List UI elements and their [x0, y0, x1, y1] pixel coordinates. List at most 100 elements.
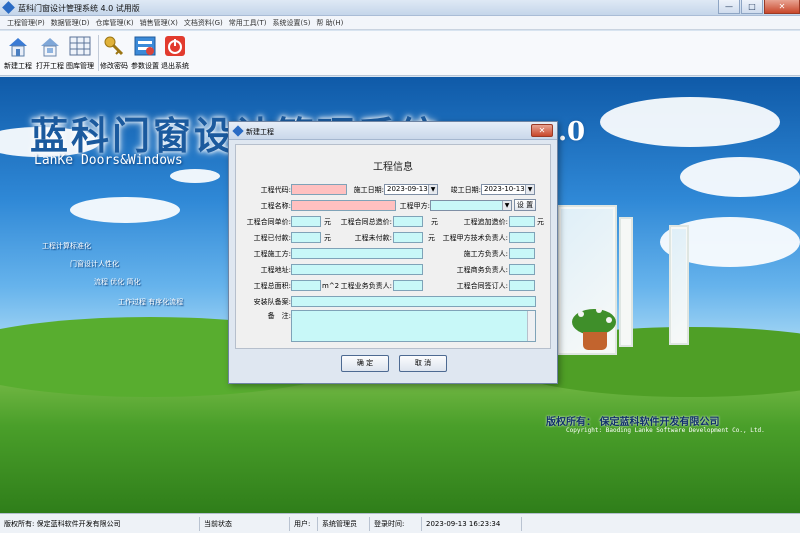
feature-line-4: 工作过程 有序化流程: [118, 298, 184, 306]
menu-system[interactable]: 系统设置(S): [270, 16, 314, 29]
unpaid-label: 工程未付款:: [354, 234, 392, 242]
business-lead-label: 工程商务负责人:: [456, 266, 508, 274]
area-input[interactable]: [291, 280, 321, 291]
sales-lead-input[interactable]: [393, 280, 423, 291]
sales-lead-label: 工程业务负责人:: [340, 282, 392, 290]
extra-price-input[interactable]: [509, 216, 535, 227]
exit-label: 退出系统: [161, 62, 189, 70]
client-select[interactable]: ▼: [430, 200, 512, 211]
change-password-button[interactable]: 修改密码: [100, 34, 128, 71]
window-controls: — □ ✕: [717, 0, 800, 15]
change-password-label: 修改密码: [100, 62, 128, 70]
dialog-close-button[interactable]: ✕: [531, 124, 553, 137]
splash-copyright-en: Copyright: Baoding Lanke Software Develo…: [566, 427, 765, 434]
total-price-label: 工程合同总造价:: [340, 218, 392, 226]
settings-icon: [133, 34, 157, 58]
status-login-label: 登录时间:: [370, 516, 422, 531]
total-price-input[interactable]: [393, 216, 423, 227]
address-input[interactable]: [291, 264, 423, 275]
status-login-time: 2023-09-13 16:23:34: [422, 516, 522, 531]
flower-pot: [583, 332, 607, 350]
project-code-input[interactable]: [291, 184, 347, 195]
client-label: 工程甲方:: [399, 202, 430, 210]
start-date-label: 施工日期:: [353, 186, 384, 194]
project-name-input[interactable]: [291, 200, 396, 211]
unit-price-label: 工程合同单价:: [246, 218, 291, 226]
contract-signer-input[interactable]: [509, 280, 535, 291]
key-icon: [102, 34, 126, 58]
new-project-dialog: 新建工程 ✕ 工程信息 工程代码: 施工日期: 2023-09-13 ▼ 竣工日…: [228, 121, 558, 384]
cancel-button[interactable]: 取 消: [399, 355, 447, 372]
address-label: 工程地址:: [260, 266, 291, 274]
cloud: [170, 169, 220, 183]
menu-warehouse[interactable]: 仓库管理(K): [93, 16, 137, 29]
paid-input[interactable]: [291, 232, 321, 243]
feature-line-1: 工程计算标准化: [42, 242, 91, 250]
exit-button[interactable]: 退出系统: [161, 34, 189, 71]
gallery-icon: [68, 34, 92, 58]
splash-version: .0: [558, 117, 586, 147]
open-project-button[interactable]: 打开工程: [36, 34, 64, 71]
menu-bar: 工程管理(P) 数据管理(D) 仓库管理(K) 销售管理(X) 文档资料(G) …: [0, 16, 800, 30]
cloud: [680, 157, 800, 197]
gallery-button[interactable]: 图库管理: [66, 34, 94, 71]
area-label: 工程总面积:: [253, 282, 291, 290]
open-project-label: 打开工程: [36, 62, 64, 70]
ok-button[interactable]: 确 定: [341, 355, 389, 372]
app-title: 蓝科门窗设计管理系统 4.0 试用版: [18, 4, 140, 13]
menu-sales[interactable]: 销售管理(X): [137, 16, 181, 29]
install-team-input[interactable]: [291, 296, 536, 307]
close-button[interactable]: ✕: [764, 0, 800, 14]
extra-price-label: 工程追加造价:: [463, 218, 508, 226]
status-copyright: 版权所有: 保定蓝科软件开发有限公司: [0, 516, 200, 531]
status-user-label: 用户:: [290, 516, 318, 531]
new-project-icon: [6, 34, 30, 58]
end-date-picker[interactable]: 2023-10-13 ▼: [481, 184, 535, 195]
notes-textarea[interactable]: [291, 310, 536, 342]
feature-line-3: 流程 优化 简化: [94, 278, 141, 286]
menu-tools[interactable]: 常用工具(T): [226, 16, 270, 29]
builder-input[interactable]: [291, 248, 423, 259]
builder-lead-label: 施工方负责人:: [463, 250, 508, 258]
dialog-app-icon: [232, 125, 244, 137]
gallery-label: 图库管理: [66, 62, 94, 70]
chevron-down-icon[interactable]: ▼: [525, 185, 534, 194]
contract-signer-label: 工程合同签订人:: [456, 282, 508, 290]
notes-label: 备 注:: [267, 312, 291, 320]
title-bar: 蓝科门窗设计管理系统 4.0 试用版 — □ ✕: [0, 0, 800, 16]
menu-project[interactable]: 工程管理(P): [4, 16, 48, 29]
chevron-down-icon[interactable]: ▼: [502, 201, 511, 210]
splash-english-title: LanKe Doors&Windows: [34, 153, 183, 168]
feature-line-2: 门窗设计人性化: [70, 260, 119, 268]
notes-scrollbar[interactable]: [527, 311, 535, 341]
power-icon: [163, 34, 187, 58]
menu-data[interactable]: 数据管理(D): [48, 16, 93, 29]
settings-label: 参数设置: [131, 62, 159, 70]
maximize-button[interactable]: □: [741, 0, 763, 14]
builder-lead-input[interactable]: [509, 248, 535, 259]
new-project-label: 新建工程: [4, 62, 32, 70]
settings-button[interactable]: 参数设置: [131, 34, 159, 71]
project-code-label: 工程代码:: [260, 186, 291, 194]
unpaid-input[interactable]: [393, 232, 423, 243]
client-tech-lead-input[interactable]: [509, 232, 535, 243]
new-project-button[interactable]: 新建工程: [4, 34, 32, 71]
project-name-label: 工程名称:: [260, 202, 291, 210]
dialog-title: 新建工程: [246, 128, 274, 136]
business-lead-input[interactable]: [509, 264, 535, 275]
splash-copyright-cn: 版权所有： 保定蓝科软件开发有限公司: [546, 417, 720, 428]
builder-label: 工程施工方:: [253, 250, 291, 258]
total-price-currency: 元: [431, 218, 438, 226]
start-date-picker[interactable]: 2023-09-13 ▼: [384, 184, 438, 195]
unit-price-input[interactable]: [291, 216, 321, 227]
status-state: 当前状态: [200, 516, 290, 531]
start-date-value: 2023-09-13: [387, 185, 428, 193]
minimize-button[interactable]: —: [718, 0, 740, 14]
client-tech-lead-label: 工程甲方技术负责人:: [442, 234, 508, 242]
chevron-down-icon[interactable]: ▼: [428, 185, 437, 194]
menu-documents[interactable]: 文档资料(G): [181, 16, 226, 29]
menu-help[interactable]: 帮 助(H): [313, 16, 346, 29]
end-date-label: 竣工日期:: [450, 186, 481, 194]
client-settings-button[interactable]: 设 置: [514, 199, 536, 211]
status-user: 系统管理员: [318, 516, 370, 531]
